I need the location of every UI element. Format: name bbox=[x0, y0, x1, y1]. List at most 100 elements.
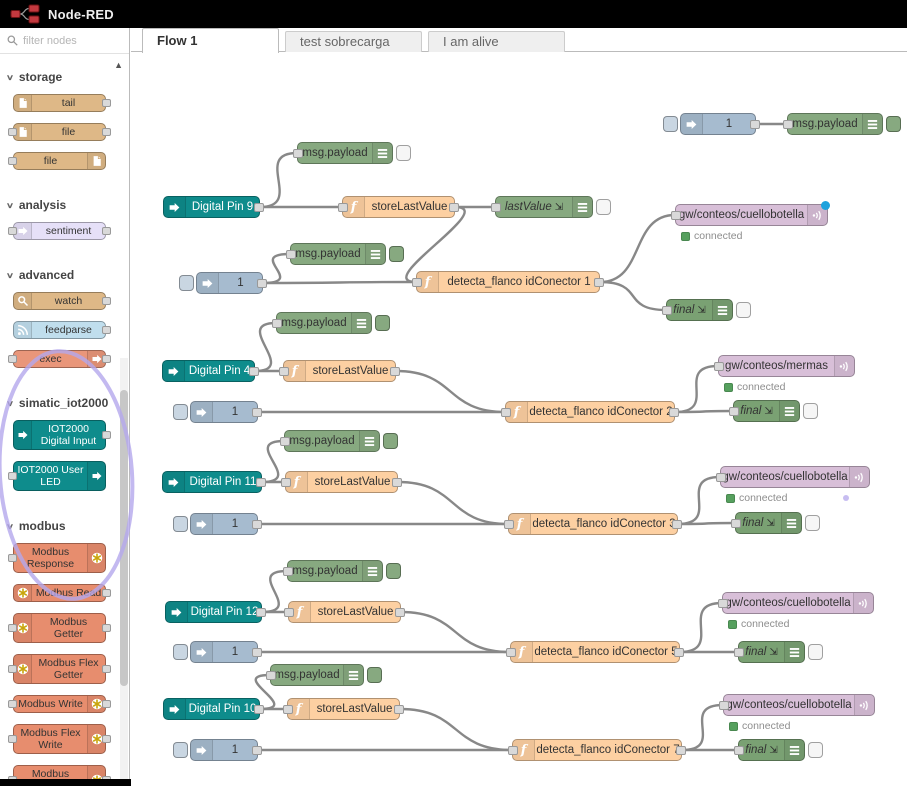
output-port[interactable] bbox=[252, 648, 262, 657]
wire-dp12-mp5[interactable] bbox=[262, 571, 287, 612]
input-port[interactable] bbox=[284, 608, 294, 617]
wire-slv3-df3[interactable] bbox=[398, 482, 508, 524]
output-port[interactable] bbox=[254, 705, 264, 714]
node-gw-conteos-cuellobotella[interactable]: gw/conteos/cuellobotellaconnected bbox=[722, 592, 874, 614]
palette-category-analysis[interactable]: ∨analysis bbox=[0, 196, 120, 214]
output-port[interactable] bbox=[102, 326, 111, 334]
input-port[interactable] bbox=[719, 701, 729, 710]
output-port[interactable] bbox=[102, 227, 111, 235]
output-port[interactable] bbox=[252, 520, 262, 529]
tab-flow-1[interactable]: Flow 1 bbox=[142, 28, 279, 53]
input-port[interactable] bbox=[281, 478, 291, 487]
debug-toggle-button[interactable] bbox=[389, 246, 404, 262]
palette-node-file[interactable]: file bbox=[13, 152, 106, 170]
output-port[interactable] bbox=[102, 665, 111, 673]
debug-toggle-button[interactable] bbox=[808, 644, 823, 660]
node-storelastvalue[interactable]: fstoreLastValue bbox=[287, 698, 400, 720]
output-port[interactable] bbox=[449, 203, 459, 212]
palette-node-modbus-flex-write[interactable]: Modbus Flex Write bbox=[13, 724, 106, 754]
input-port[interactable] bbox=[501, 408, 511, 417]
palette-node-watch[interactable]: watch bbox=[13, 292, 106, 310]
output-port[interactable] bbox=[252, 746, 262, 755]
node-detecta-flanco-idconector-3[interactable]: fdetecta_flanco idConector 3 bbox=[508, 513, 678, 535]
output-port[interactable] bbox=[674, 648, 684, 657]
input-port[interactable] bbox=[279, 367, 289, 376]
node-msg-payload[interactable]: msg.payload bbox=[284, 430, 380, 452]
input-port[interactable] bbox=[8, 157, 17, 165]
node-1[interactable]: 1 bbox=[190, 401, 258, 423]
input-port[interactable] bbox=[283, 705, 293, 714]
output-port[interactable] bbox=[254, 203, 264, 212]
node-detecta-flanco-idconector-2[interactable]: fdetecta_flanco idConector 2 bbox=[505, 401, 675, 423]
output-port[interactable] bbox=[390, 367, 400, 376]
input-port[interactable] bbox=[8, 735, 17, 743]
debug-toggle-button[interactable] bbox=[383, 433, 398, 449]
input-port[interactable] bbox=[508, 746, 518, 755]
wire-df2-mq2[interactable] bbox=[675, 366, 718, 412]
input-port[interactable] bbox=[338, 203, 348, 212]
debug-toggle-button[interactable] bbox=[808, 742, 823, 758]
input-port[interactable] bbox=[266, 671, 276, 680]
input-port[interactable] bbox=[293, 149, 303, 158]
search-input[interactable] bbox=[23, 35, 122, 47]
input-port[interactable] bbox=[734, 648, 744, 657]
wire-df1-fn1[interactable] bbox=[600, 282, 666, 310]
node-gw-conteos-cuellobotella[interactable]: gw/conteos/cuellobotellaconnected bbox=[720, 466, 870, 488]
output-port[interactable] bbox=[252, 408, 262, 417]
node-final[interactable]: final⇲ bbox=[738, 641, 805, 663]
input-port[interactable] bbox=[714, 362, 724, 371]
debug-toggle-button[interactable] bbox=[396, 145, 411, 161]
input-port[interactable] bbox=[8, 472, 17, 480]
node-storelastvalue[interactable]: fstoreLastValue bbox=[288, 601, 401, 623]
palette-node-iot2000-user-led[interactable]: IOT2000 User LED bbox=[13, 461, 106, 491]
wire-inj1-df1[interactable] bbox=[263, 282, 416, 283]
palette-node-modbus-write[interactable]: Modbus Write bbox=[13, 695, 106, 713]
palette-category-modbus[interactable]: ∨modbus bbox=[0, 517, 120, 535]
palette-node-modbus-flex-getter[interactable]: Modbus Flex Getter bbox=[13, 654, 106, 684]
node-final[interactable]: final⇲ bbox=[666, 299, 733, 321]
output-port[interactable] bbox=[394, 705, 404, 714]
input-port[interactable] bbox=[716, 473, 726, 482]
debug-toggle-button[interactable] bbox=[375, 315, 390, 331]
output-port[interactable] bbox=[669, 408, 679, 417]
wire-df5-mq4[interactable] bbox=[680, 603, 722, 652]
wire-dp11-mp4[interactable] bbox=[262, 441, 284, 482]
wire-slv2-df2[interactable] bbox=[396, 371, 505, 412]
output-port[interactable] bbox=[672, 520, 682, 529]
output-port[interactable] bbox=[395, 608, 405, 617]
input-port[interactable] bbox=[783, 120, 793, 129]
palette-scrollbar-thumb[interactable] bbox=[120, 390, 128, 686]
debug-toggle-button[interactable] bbox=[367, 667, 382, 683]
inject-button[interactable] bbox=[173, 742, 188, 758]
palette-node-exec[interactable]: exec bbox=[13, 350, 106, 368]
input-port[interactable] bbox=[8, 665, 17, 673]
output-port[interactable] bbox=[102, 589, 111, 597]
palette-node-sentiment[interactable]: sentiment bbox=[13, 222, 106, 240]
output-port[interactable] bbox=[256, 608, 266, 617]
input-port[interactable] bbox=[731, 519, 741, 528]
node-digital-pin-10[interactable]: Digital Pin 10 bbox=[163, 698, 260, 720]
inject-button[interactable] bbox=[173, 516, 188, 532]
output-port[interactable] bbox=[594, 278, 604, 287]
node-msg-payload[interactable]: msg.payload bbox=[270, 664, 364, 686]
inject-button[interactable] bbox=[173, 404, 188, 420]
output-port[interactable] bbox=[257, 279, 267, 288]
tab-test-sobrecarga[interactable]: test sobrecarga bbox=[285, 31, 422, 52]
input-port[interactable] bbox=[412, 278, 422, 287]
wire-dp4-mp3[interactable] bbox=[255, 323, 276, 371]
node-detecta-flanco-idconector-5[interactable]: fdetecta_flanco idConector 5 bbox=[510, 641, 680, 663]
node-lastvalue[interactable]: lastValue⇲ bbox=[495, 196, 593, 218]
output-port[interactable] bbox=[102, 431, 111, 439]
node-digital-pin-9[interactable]: Digital Pin 9 bbox=[163, 196, 260, 218]
input-port[interactable] bbox=[504, 520, 514, 529]
debug-toggle-button[interactable] bbox=[736, 302, 751, 318]
palette-node-modbus-response[interactable]: Modbus Response bbox=[13, 543, 106, 573]
input-port[interactable] bbox=[734, 746, 744, 755]
debug-toggle-button[interactable] bbox=[886, 116, 901, 132]
palette-node-file[interactable]: file bbox=[13, 123, 106, 141]
input-port[interactable] bbox=[506, 648, 516, 657]
node-detecta-flanco-idconector-7[interactable]: fdetecta_flanco idConector 7 bbox=[512, 739, 682, 761]
output-port[interactable] bbox=[392, 478, 402, 487]
inject-button[interactable] bbox=[173, 644, 188, 660]
node-gw-conteos-cuellobotella[interactable]: gw/conteos/cuellobotellaconnected bbox=[723, 694, 875, 716]
